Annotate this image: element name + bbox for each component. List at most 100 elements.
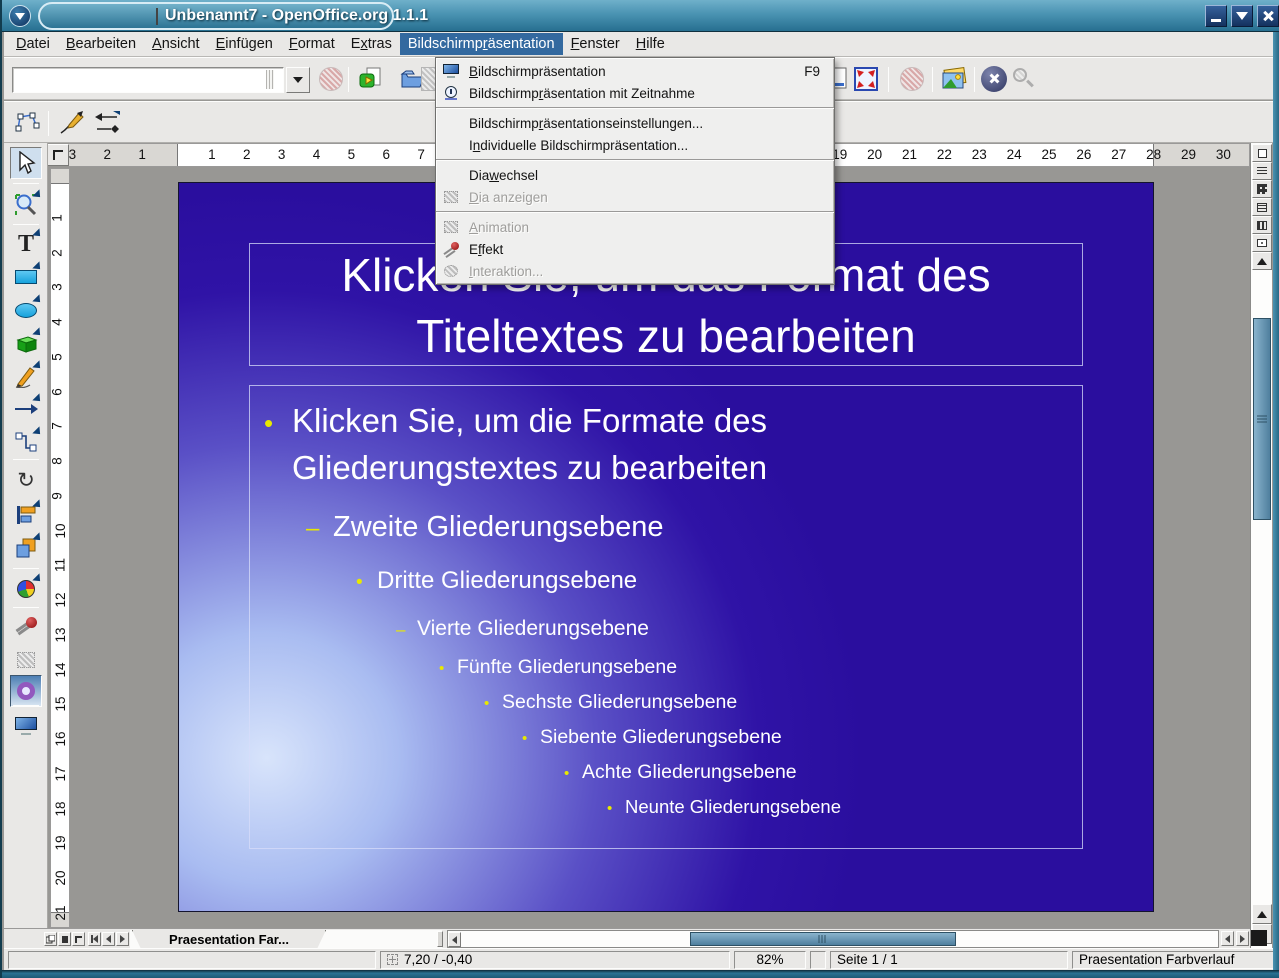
zoom-tool[interactable] bbox=[10, 189, 42, 221]
dash-bullet-icon: – bbox=[396, 615, 417, 644]
horizontal-scrollbar[interactable] bbox=[447, 930, 1219, 948]
master-mode-button[interactable] bbox=[58, 932, 71, 946]
ruler-number: 11 bbox=[53, 558, 68, 572]
window-title: Unbenannt7 - OpenOffice.org 1.1.1 bbox=[165, 7, 428, 25]
menu-item-mit-zeitnahme[interactable]: Bildschirmpräsentation mit Zeitnahme bbox=[436, 82, 834, 104]
view-drawing-button[interactable] bbox=[1252, 144, 1272, 162]
menu-ansicht[interactable]: Ansicht bbox=[144, 33, 208, 55]
edit-points-icon bbox=[14, 111, 40, 135]
effects-tool[interactable] bbox=[10, 611, 42, 643]
view-slides-button[interactable] bbox=[1252, 180, 1272, 198]
resize-corner[interactable] bbox=[1251, 930, 1267, 946]
ellipse-tool[interactable] bbox=[10, 294, 42, 326]
presentation-tool[interactable] bbox=[10, 710, 42, 742]
record-button bbox=[897, 64, 927, 94]
menu-bearbeiten[interactable]: Bearbeiten bbox=[58, 33, 144, 55]
view-outline-button[interactable] bbox=[1252, 162, 1272, 180]
menu-item-effekt[interactable]: Effekt bbox=[436, 238, 834, 260]
outline-placeholder[interactable]: • Klicken Sie, um die Formate desGlieder… bbox=[249, 385, 1083, 849]
rectangle-tool[interactable] bbox=[10, 261, 42, 293]
horizontal-scroll-thumb[interactable] bbox=[690, 932, 956, 946]
vertical-scroll-thumb[interactable] bbox=[1253, 318, 1271, 520]
start-show-icon bbox=[1257, 239, 1267, 247]
3d-objects-tool[interactable] bbox=[10, 327, 42, 359]
scroll-left-button[interactable] bbox=[448, 932, 461, 947]
menu-datei[interactable]: Datei bbox=[8, 33, 58, 55]
ruler-number: 3 bbox=[278, 147, 286, 162]
view-notes-button[interactable] bbox=[1252, 198, 1272, 216]
minimize-button[interactable] bbox=[1205, 5, 1227, 27]
text-tool[interactable]: T bbox=[10, 228, 42, 260]
menu-hilfe[interactable]: Hilfe bbox=[628, 33, 673, 55]
outline-level-1: • Klicken Sie, um die Formate desGlieder… bbox=[264, 397, 1082, 491]
alignment-tool[interactable] bbox=[10, 499, 42, 531]
scroll-up-button-2[interactable] bbox=[1252, 904, 1272, 924]
ruler-number: 24 bbox=[1007, 147, 1022, 162]
window-menu-button[interactable] bbox=[9, 5, 31, 27]
vertical-scrollbar[interactable] bbox=[1250, 143, 1272, 948]
prev-icon bbox=[106, 935, 111, 943]
arrange-tool[interactable] bbox=[10, 532, 42, 564]
pane-splitter[interactable] bbox=[437, 931, 443, 947]
arrow-ends-button[interactable] bbox=[92, 108, 122, 138]
slide-tab[interactable]: Praesentation Far... bbox=[132, 930, 326, 949]
menu-extras[interactable]: Extras bbox=[343, 33, 400, 55]
tab-selector-button[interactable] bbox=[47, 144, 69, 166]
select-tool[interactable] bbox=[10, 147, 42, 179]
menu-einfuegen[interactable]: Einfügen bbox=[208, 33, 281, 55]
first-slide-button[interactable] bbox=[88, 932, 101, 946]
insert-tool[interactable] bbox=[10, 573, 42, 605]
handout-view-icon bbox=[1257, 221, 1267, 230]
maximize-button[interactable] bbox=[1231, 5, 1253, 27]
menu-item-bildschirmpraesentation[interactable]: Bildschirmpräsentation F9 bbox=[436, 60, 834, 82]
menu-item-einstellungen[interactable]: Bildschirmpräsentationseinstellungen... bbox=[436, 112, 834, 134]
prev-slide-button[interactable] bbox=[102, 932, 115, 946]
document-icon bbox=[156, 8, 158, 25]
close-button[interactable] bbox=[1257, 5, 1279, 27]
menu-item-individuelle[interactable]: Individuelle Bildschirmpräsentation... bbox=[436, 134, 834, 156]
close-window-button[interactable] bbox=[979, 64, 1009, 94]
ruler-number: 6 bbox=[383, 147, 391, 162]
new-document-button[interactable] bbox=[356, 64, 386, 94]
status-zoom-field[interactable]: 82% bbox=[734, 951, 806, 969]
menu-item-animation: Animation bbox=[436, 216, 834, 238]
next-slide-button[interactable] bbox=[116, 932, 129, 946]
menu-bildschirmpraesentation[interactable]: Bildschirmpräsentation bbox=[400, 33, 563, 55]
edit-points-button[interactable] bbox=[12, 108, 42, 138]
view-handout-button[interactable] bbox=[1252, 216, 1272, 234]
bildschirmpraesentation-menu: Bildschirmpräsentation F9 Bildschirmpräs… bbox=[435, 57, 835, 285]
layer-mode-button[interactable] bbox=[44, 932, 57, 946]
ruler-number: 2 bbox=[243, 147, 251, 162]
curve-tool[interactable] bbox=[10, 360, 42, 392]
ellipse-icon bbox=[15, 303, 37, 318]
scroll-left-button-2[interactable] bbox=[1221, 931, 1234, 946]
ruler-number: 9 bbox=[50, 492, 64, 500]
gallery-button[interactable] bbox=[939, 64, 969, 94]
corner-mode-button[interactable] bbox=[72, 932, 85, 946]
3d-controller-tool[interactable] bbox=[10, 675, 42, 707]
notes-view-icon bbox=[1257, 203, 1267, 212]
url-input[interactable] bbox=[12, 67, 284, 93]
scroll-up-button[interactable] bbox=[1252, 252, 1272, 270]
vertical-ruler[interactable]: 123456789101112131415161718192021 bbox=[50, 168, 70, 928]
zoom-page-button[interactable] bbox=[851, 64, 881, 94]
menu-item-dia-anzeigen: Dia anzeigen bbox=[436, 186, 834, 208]
rotate-tool[interactable]: ↻ bbox=[10, 464, 42, 496]
ruler-number: 14 bbox=[53, 662, 68, 677]
window-frame-bottom bbox=[2, 970, 1279, 978]
scroll-right-button[interactable] bbox=[1236, 931, 1249, 946]
rectangle-icon bbox=[15, 270, 37, 284]
line-arrow-tool[interactable] bbox=[10, 393, 42, 425]
ruler-number: 1 bbox=[208, 147, 216, 162]
menu-fenster[interactable]: Fenster bbox=[563, 33, 628, 55]
ruler-number: 12 bbox=[53, 593, 68, 608]
line-pen-button[interactable] bbox=[56, 108, 86, 138]
presentation-monitor-icon bbox=[442, 63, 460, 79]
menu-item-diawechsel[interactable]: Diawechsel bbox=[436, 164, 834, 186]
connector-tool[interactable] bbox=[10, 426, 42, 458]
menu-format[interactable]: Format bbox=[281, 33, 343, 55]
url-dropdown-button[interactable] bbox=[286, 67, 310, 93]
slide-canvas[interactable]: Klicken Sie, um das Format des Titeltext… bbox=[178, 182, 1154, 912]
start-show-button[interactable] bbox=[1252, 234, 1272, 252]
title-pill[interactable]: Unbenannt7 - OpenOffice.org 1.1.1 bbox=[38, 2, 394, 30]
